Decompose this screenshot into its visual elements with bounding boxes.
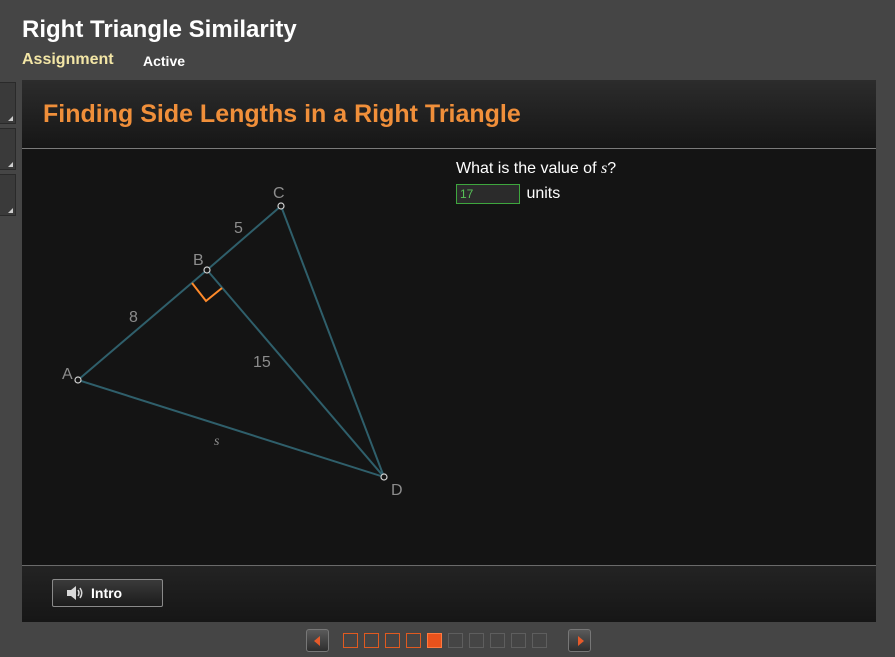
answer-input[interactable]: [456, 184, 520, 204]
question-text: What is the value of: [456, 160, 601, 177]
label-bd-length: 15: [253, 354, 271, 371]
app-title: Right Triangle Similarity: [22, 16, 297, 43]
page-indicator-6[interactable]: [448, 633, 463, 648]
label-a: A: [62, 366, 73, 383]
status-label: Active: [143, 53, 186, 69]
question-prompt: What is the value of s?: [456, 160, 616, 178]
previous-page-button[interactable]: [306, 629, 329, 652]
answer-row: units: [456, 184, 560, 204]
page-indicator-10[interactable]: [532, 633, 547, 648]
label-c: C: [273, 185, 285, 202]
lesson-title: Finding Side Lengths in a Right Triangle: [43, 100, 521, 128]
intro-label: Intro: [91, 585, 123, 601]
lesson-panel: Finding Side Lengths in a Right Triangle…: [22, 80, 876, 622]
lesson-footer: Intro: [22, 565, 876, 622]
label-d: D: [391, 482, 403, 499]
page-indicator-2[interactable]: [364, 633, 379, 648]
side-tabs: [0, 82, 16, 220]
page-indicator-7[interactable]: [469, 633, 484, 648]
side-tab-2[interactable]: [0, 128, 16, 170]
lesson-header: Finding Side Lengths in a Right Triangle: [22, 80, 876, 149]
point-b: [203, 266, 211, 274]
side-tab-1[interactable]: [0, 82, 16, 124]
segment-ad: [77, 379, 385, 478]
segment-bc: [206, 205, 282, 271]
point-a: [74, 376, 82, 384]
page-indicator-3[interactable]: [385, 633, 400, 648]
assignment-label: Assignment: [22, 51, 114, 68]
segment-ab: [77, 269, 208, 381]
label-b: B: [193, 252, 204, 269]
next-page-button[interactable]: [568, 629, 591, 652]
label-ad-length: s: [214, 434, 220, 449]
point-c: [277, 202, 285, 210]
page-indicator-8[interactable]: [490, 633, 505, 648]
segment-bd: [206, 269, 385, 478]
page-indicator-1[interactable]: [343, 633, 358, 648]
right-angle-marker: [191, 282, 223, 303]
units-label: units: [526, 185, 561, 202]
label-ab-length: 8: [129, 309, 138, 326]
segment-cd: [280, 205, 385, 478]
page-indicator-9[interactable]: [511, 633, 526, 648]
question-mark: ?: [607, 160, 617, 177]
page-indicator-4[interactable]: [406, 633, 421, 648]
side-tab-3[interactable]: [0, 174, 16, 216]
page-indicator-5[interactable]: [427, 633, 442, 648]
triangle-diagram: A B C D 8 5 15 s: [62, 185, 403, 499]
assignment-status-row: Assignment Active: [22, 51, 185, 69]
intro-button[interactable]: Intro: [52, 579, 163, 607]
label-bc-length: 5: [234, 220, 243, 237]
point-d: [380, 473, 388, 481]
speaker-icon: [67, 586, 83, 600]
